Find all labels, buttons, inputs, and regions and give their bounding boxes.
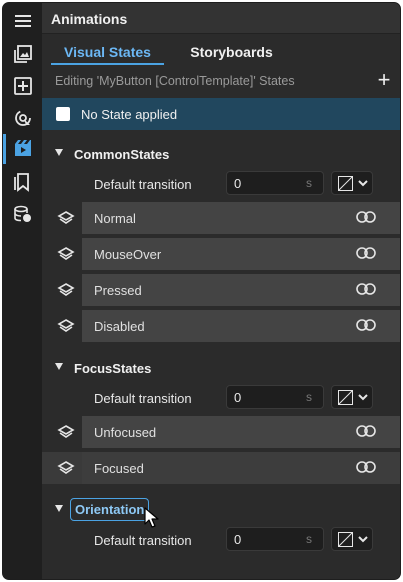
group-name[interactable]: FocusStates <box>74 361 151 376</box>
state-box[interactable]: Pressed <box>82 274 400 306</box>
toolbox-button[interactable] <box>3 70 42 102</box>
default-transition-row: Default transition 0 s <box>42 527 400 555</box>
link-icon[interactable] <box>356 424 376 438</box>
chevron-down-icon <box>358 180 368 187</box>
chevron-down-icon <box>358 394 368 401</box>
link-icon[interactable] <box>356 282 376 296</box>
state-row-pressed[interactable]: Pressed <box>42 274 400 306</box>
duration-unit: s <box>306 532 312 546</box>
layers-icon[interactable] <box>57 246 75 262</box>
default-transition-label: Default transition <box>94 177 192 192</box>
duration-value: 0 <box>234 176 242 191</box>
default-transition-row: Default transition 0 s <box>42 171 400 199</box>
link-icon[interactable] <box>356 318 376 332</box>
layers-icon[interactable] <box>57 318 75 334</box>
easing-function-dropdown[interactable] <box>331 385 373 409</box>
state-name: Normal <box>94 211 136 226</box>
state-row-focused[interactable]: Focused <box>42 452 400 484</box>
default-transition-row: Default transition 0 s <box>42 385 400 413</box>
easing-function-dropdown[interactable] <box>331 171 373 195</box>
animations-icon <box>14 140 31 156</box>
state-row-disabled[interactable]: Disabled <box>42 310 400 342</box>
easing-function-dropdown[interactable] <box>331 527 373 551</box>
group-name[interactable]: CommonStates <box>74 147 169 162</box>
collapse-caret-icon[interactable] <box>55 363 63 370</box>
link-icon[interactable] <box>356 460 376 474</box>
duration-unit: s <box>306 390 312 404</box>
duration-value: 0 <box>234 532 242 547</box>
link-icon[interactable] <box>356 246 376 260</box>
state-row-normal[interactable]: Normal <box>42 202 400 234</box>
state-box[interactable]: MouseOver <box>82 238 400 270</box>
state-name: MouseOver <box>94 247 162 262</box>
base-state-checkbox[interactable] <box>56 107 70 121</box>
add-box-icon <box>13 77 32 95</box>
collapse-caret-icon[interactable] <box>55 505 63 512</box>
link-icon[interactable] <box>356 210 376 224</box>
state-name: Disabled <box>94 319 145 334</box>
bindings-icon <box>14 110 31 126</box>
transition-duration-input[interactable]: 0 s <box>226 171 324 195</box>
state-box[interactable]: Disabled <box>82 310 400 342</box>
base-state-label: No State applied <box>81 107 178 122</box>
hamburger-icon <box>14 15 31 27</box>
tab-bar: Visual States Storyboards <box>42 35 400 67</box>
state-box[interactable]: Focused <box>82 452 400 484</box>
state-name: Focused <box>94 461 144 476</box>
default-transition-label: Default transition <box>94 391 192 406</box>
animations-window: Animations Visual States Storyboards Edi… <box>2 2 401 580</box>
data-icon <box>13 205 31 222</box>
state-name: Unfocused <box>94 425 157 440</box>
duration-value: 0 <box>234 390 242 405</box>
transition-duration-input[interactable]: 0 s <box>226 385 324 409</box>
state-name: Pressed <box>94 283 142 298</box>
editing-target-label: Editing 'MyButton [ControlTemplate]' Sta… <box>55 74 295 88</box>
layers-icon[interactable] <box>57 210 75 226</box>
left-rail <box>3 3 42 579</box>
state-box[interactable]: Normal <box>82 202 400 234</box>
layers-icon[interactable] <box>57 282 75 298</box>
panel-title: Animations <box>42 3 400 34</box>
easing-curve-icon <box>338 532 353 547</box>
collapse-caret-icon[interactable] <box>55 149 63 156</box>
animations-panel: Animations Visual States Storyboards Edi… <box>42 3 400 579</box>
tab-storyboards[interactable]: Storyboards <box>175 35 288 65</box>
mouse-cursor-icon <box>144 507 159 528</box>
layers-icon[interactable] <box>57 424 75 440</box>
layers-icon[interactable] <box>57 460 75 476</box>
assets-button[interactable] <box>3 38 42 70</box>
bookmark-icon <box>13 173 29 192</box>
transition-duration-input[interactable]: 0 s <box>226 527 324 551</box>
state-box[interactable]: Unfocused <box>82 416 400 448</box>
group-name-editing[interactable]: Orientation <box>70 498 150 521</box>
easing-curve-icon <box>338 390 353 405</box>
data-sources-button[interactable] <box>3 198 42 230</box>
bindings-button[interactable] <box>3 102 42 134</box>
state-row-unfocused[interactable]: Unfocused <box>42 416 400 448</box>
duration-unit: s <box>306 176 312 190</box>
add-state-group-button[interactable]: + <box>375 69 393 91</box>
animations-button[interactable] <box>3 133 42 165</box>
default-transition-label: Default transition <box>94 533 192 548</box>
hamburger-menu-button[interactable] <box>3 5 42 37</box>
base-state-row[interactable]: No State applied <box>42 98 400 130</box>
documents-button[interactable] <box>3 166 42 198</box>
chevron-down-icon <box>358 536 368 543</box>
state-row-mouseover[interactable]: MouseOver <box>42 238 400 270</box>
gallery-icon <box>13 45 32 63</box>
easing-curve-icon <box>338 176 353 191</box>
tab-visual-states[interactable]: Visual States <box>51 35 164 65</box>
